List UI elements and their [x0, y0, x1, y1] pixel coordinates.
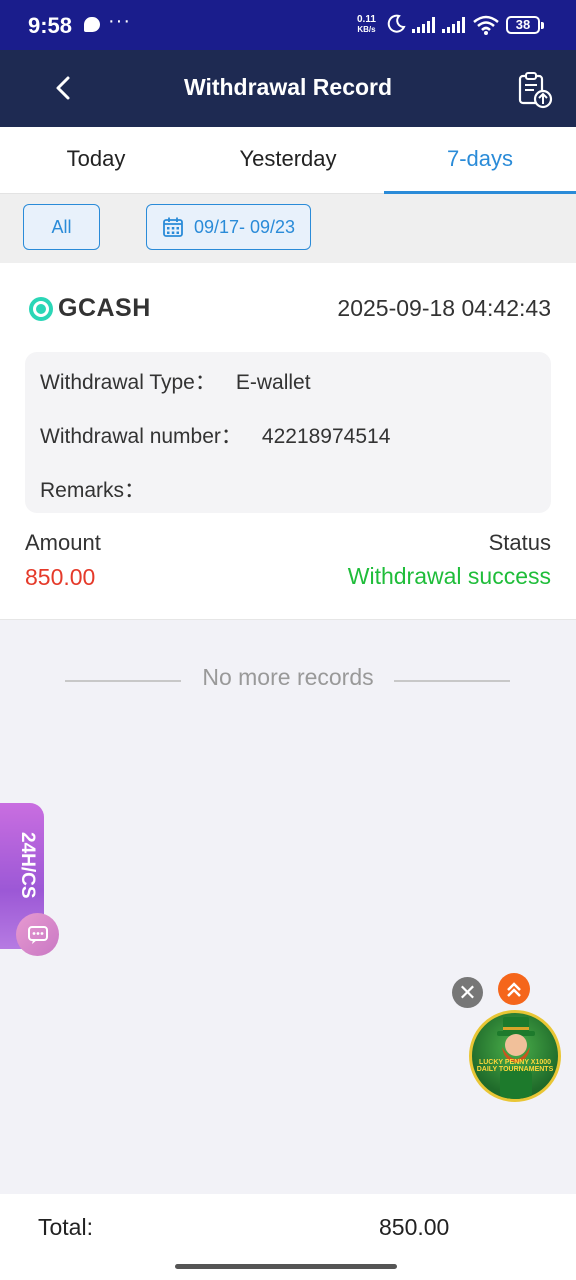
- scroll-up-button[interactable]: [498, 973, 530, 1005]
- payment-method: GCASH: [28, 294, 151, 323]
- status-bar: 9:58 ··· 0.11 KB/s 38: [0, 0, 576, 50]
- promo-text-line2: DAILY TOURNAMENTS: [476, 1066, 554, 1073]
- remarks-label: Remarks：: [40, 479, 146, 502]
- date-range-button[interactable]: 09/17- 09/23: [146, 204, 311, 250]
- page-title: Withdrawal Record: [183, 74, 393, 100]
- customer-service-label[interactable]: 24H/CS: [6, 832, 38, 912]
- wifi-icon: [473, 15, 499, 35]
- calendar-icon: [163, 217, 183, 237]
- withdrawal-type-label: Withdrawal Type：: [40, 371, 216, 394]
- record-details: Withdrawal Type： E-wallet Withdrawal numb…: [25, 352, 551, 513]
- network-speed-unit: KB/s: [357, 25, 376, 34]
- close-promo-button[interactable]: ✕: [452, 977, 483, 1008]
- network-speed-value: 0.11: [357, 14, 376, 25]
- message-icon: [84, 17, 100, 32]
- date-tabs: Today Yesterday 7-days: [0, 127, 576, 194]
- signal-icon: [412, 17, 435, 33]
- promo-banner[interactable]: LUCKY PENNY X1000 DAILY TOURNAMENTS: [469, 1010, 561, 1102]
- clipboard-upload-icon[interactable]: [514, 70, 554, 110]
- double-chevron-up-icon: [507, 982, 521, 997]
- app-header: Withdrawal Record: [0, 50, 576, 127]
- network-speed: 0.11 KB/s: [357, 15, 376, 35]
- tab-today[interactable]: Today: [0, 127, 192, 193]
- withdrawal-type-row: Withdrawal Type： E-wallet: [40, 366, 311, 396]
- remarks-row: Remarks：: [40, 474, 165, 504]
- chat-bubble-icon[interactable]: [16, 913, 59, 956]
- more-notifications-icon: ···: [108, 10, 131, 32]
- withdrawal-record-card[interactable]: GCASH 2025-09-18 04:42:43 Withdrawal Typ…: [0, 263, 576, 620]
- promo-text-line1: LUCKY PENNY X1000: [478, 1059, 552, 1066]
- status-label: Status: [488, 530, 551, 555]
- status-value: Withdrawal success: [347, 563, 551, 589]
- record-datetime: 2025-09-18 04:42:43: [337, 295, 551, 321]
- filter-bar: All 09/17- 09/23: [0, 194, 576, 263]
- status-time: 9:58: [28, 13, 73, 38]
- divider-right: [394, 680, 510, 682]
- tab-7-days[interactable]: 7-days: [384, 127, 576, 194]
- filter-all-button[interactable]: All: [23, 204, 100, 250]
- amount-label: Amount: [25, 530, 101, 555]
- moon-icon: [387, 14, 406, 33]
- withdrawal-number-row: Withdrawal number： 42218974514: [40, 420, 390, 450]
- amount-value: 850.00: [25, 564, 96, 590]
- payment-method-name: GCASH: [58, 294, 151, 322]
- leprechaun-icon: [497, 1017, 535, 1099]
- date-range-label: 09/17- 09/23: [193, 216, 296, 237]
- gcash-logo-icon: [29, 296, 53, 321]
- signal-icon-2: [442, 17, 465, 33]
- battery-indicator: 38: [506, 16, 544, 34]
- home-indicator[interactable]: [175, 1264, 397, 1269]
- total-value: 850.00: [379, 1214, 450, 1240]
- total-label: Total:: [38, 1214, 93, 1240]
- withdrawal-number-value: 42218974514: [261, 425, 391, 448]
- chat-icon: [27, 925, 48, 944]
- promo-text: LUCKY PENNY X1000 DAILY TOURNAMENTS: [472, 1059, 558, 1073]
- no-more-records: No more records: [202, 664, 374, 690]
- withdrawal-type-value: E-wallet: [235, 371, 311, 394]
- total-footer: Total: 850.00: [0, 1194, 576, 1280]
- filter-all-label: All: [51, 216, 72, 237]
- tab-yesterday[interactable]: Yesterday: [192, 127, 384, 193]
- withdrawal-number-label: Withdrawal number：: [40, 425, 242, 448]
